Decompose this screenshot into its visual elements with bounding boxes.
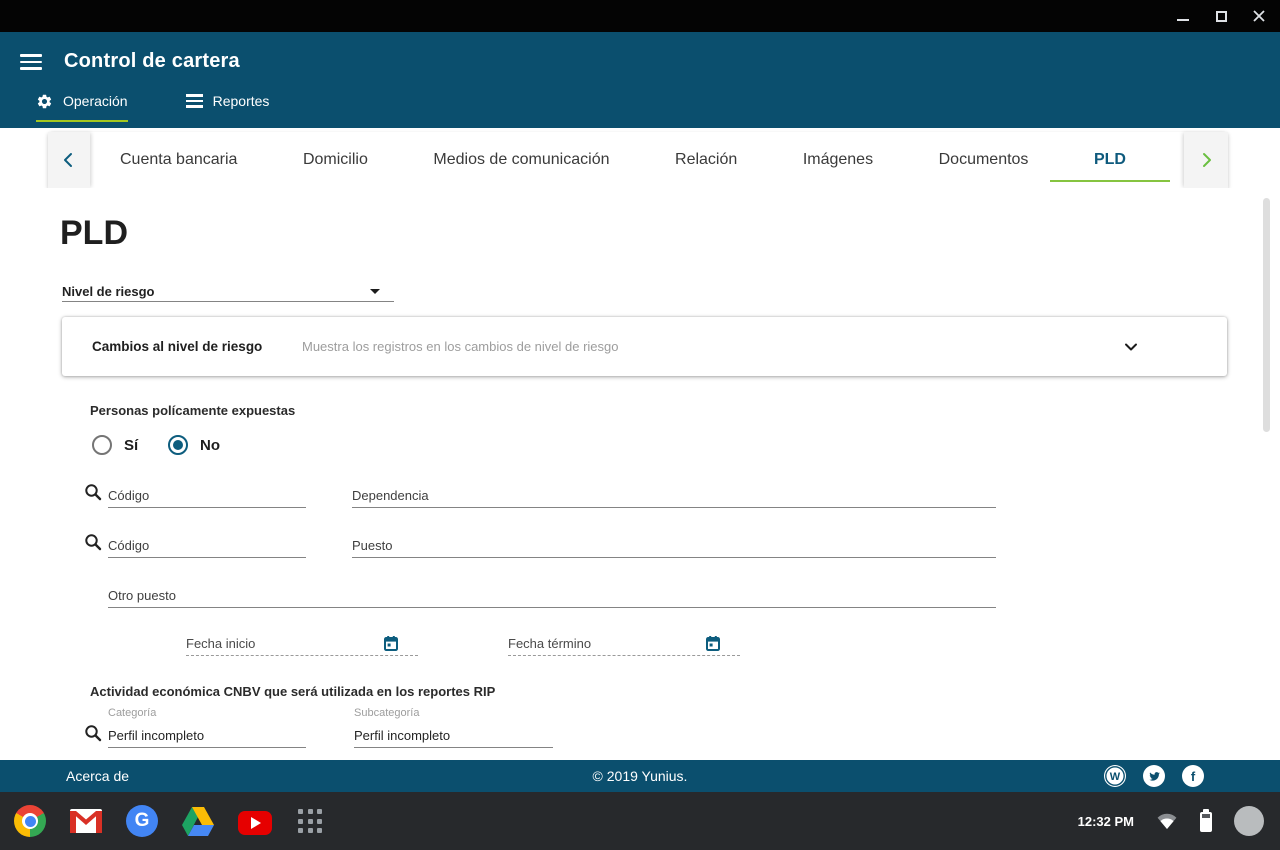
shelf-status[interactable]: 12:32 PM: [1078, 792, 1264, 850]
cnbv-heading: Actividad económica CNBV que será utiliz…: [90, 684, 495, 699]
facebook-icon[interactable]: f: [1182, 765, 1204, 787]
tab-documentos[interactable]: Documentos: [939, 132, 1029, 188]
chrome-icon[interactable]: [14, 805, 46, 837]
radio-no[interactable]: No: [168, 435, 220, 455]
app-nav: Operación Reportes: [36, 88, 269, 128]
entity-tab-strip: Cuenta bancaria Domicilio Medios de comu…: [48, 132, 1228, 188]
copyright-text: © 2019 Yunius.: [593, 768, 688, 784]
panel-title: Cambios al nivel de riesgo: [92, 339, 302, 354]
radio-button-icon: [168, 435, 188, 455]
dependency-code-input[interactable]: Código: [108, 484, 306, 508]
tab-imagenes[interactable]: Imágenes: [803, 132, 873, 188]
tab-relacion[interactable]: Relación: [675, 132, 737, 188]
category-input[interactable]: Perfil incompleto: [108, 724, 306, 748]
vertical-scrollbar[interactable]: [1263, 198, 1270, 432]
menu-icon[interactable]: [20, 50, 42, 74]
dropdown-caret-icon: [370, 289, 380, 294]
radio-si-label: Sí: [124, 437, 138, 454]
position-code-input[interactable]: Código: [108, 534, 306, 558]
nav-tab-label: Reportes: [213, 93, 270, 109]
window-controls: [1176, 0, 1266, 32]
end-date-input[interactable]: Fecha término: [508, 632, 740, 656]
risk-level-label: Nivel de riesgo: [62, 280, 394, 304]
shelf-apps: G: [14, 792, 324, 850]
other-position-input[interactable]: Otro puesto: [108, 584, 996, 608]
chevron-right-icon: [1198, 152, 1214, 168]
calendar-icon[interactable]: [384, 636, 398, 651]
search-icon[interactable]: [84, 724, 102, 742]
radio-button-icon: [92, 435, 112, 455]
gear-icon: [36, 93, 53, 110]
app-title: Control de cartera: [64, 50, 240, 73]
tabs-scroll-right-button[interactable]: [1184, 132, 1228, 188]
risk-changes-panel[interactable]: Cambios al nivel de riesgo Muestra los r…: [62, 317, 1227, 376]
google-search-icon[interactable]: G: [126, 805, 158, 837]
footer: Acerca de © 2019 Yunius. W f: [0, 760, 1280, 792]
search-icon[interactable]: [84, 483, 102, 501]
shelf: G 12:32 PM: [0, 792, 1280, 850]
window-titlebar: [0, 0, 1280, 32]
tabs: Cuenta bancaria Domicilio Medios de comu…: [90, 132, 1184, 188]
maximize-icon[interactable]: [1214, 9, 1228, 23]
pld-form: PLD Nivel de riesgo Cambios al nivel de …: [0, 188, 1280, 760]
radio-si[interactable]: Sí: [92, 435, 138, 455]
nav-tab-label: Operación: [63, 93, 128, 109]
nav-tab-operacion[interactable]: Operación: [36, 88, 128, 128]
app-launcher-icon[interactable]: [296, 807, 324, 835]
twitter-icon[interactable]: [1143, 765, 1165, 787]
radio-no-label: No: [200, 437, 220, 454]
subcategory-input[interactable]: Perfil incompleto: [354, 724, 553, 748]
panel-description: Muestra los registros en los cambios de …: [302, 339, 618, 354]
minimize-icon[interactable]: [1176, 9, 1190, 23]
tab-medios-comunicacion[interactable]: Medios de comunicación: [433, 132, 609, 188]
nav-tab-reportes[interactable]: Reportes: [186, 88, 270, 128]
clock: 12:32 PM: [1078, 814, 1134, 829]
gmail-icon[interactable]: [70, 805, 102, 837]
battery-icon: [1200, 812, 1212, 832]
tab-pld[interactable]: PLD: [1094, 132, 1126, 188]
account-avatar[interactable]: [1234, 806, 1264, 836]
search-icon[interactable]: [84, 533, 102, 551]
close-icon[interactable]: [1252, 9, 1266, 23]
dependency-name-input[interactable]: Dependencia: [352, 484, 996, 508]
social-links: W f: [1104, 765, 1204, 787]
about-link[interactable]: Acerca de: [66, 768, 129, 784]
start-date-input[interactable]: Fecha inicio: [186, 632, 418, 656]
tabs-scroll-left-button[interactable]: [48, 132, 90, 188]
subcategory-label: Subcategoría: [354, 707, 419, 719]
app-header: Control de cartera Operación Reportes: [0, 32, 1280, 128]
list-icon: [186, 91, 203, 111]
position-name-input[interactable]: Puesto: [352, 534, 996, 558]
pep-label: Personas polícamente expuestas: [90, 403, 295, 418]
calendar-icon[interactable]: [706, 636, 720, 651]
tab-cuenta-bancaria[interactable]: Cuenta bancaria: [120, 132, 237, 188]
risk-level-select[interactable]: Nivel de riesgo: [62, 280, 394, 302]
page-title: PLD: [60, 214, 128, 253]
chevron-down-icon[interactable]: [1123, 339, 1139, 355]
wordpress-icon[interactable]: W: [1104, 765, 1126, 787]
chevron-left-icon: [61, 152, 77, 168]
wifi-icon: [1156, 811, 1178, 831]
tab-domicilio[interactable]: Domicilio: [303, 132, 368, 188]
youtube-icon[interactable]: [238, 811, 272, 835]
category-label: Categoría: [108, 707, 156, 719]
google-drive-icon[interactable]: [182, 805, 214, 837]
svg-text:W: W: [1110, 771, 1121, 783]
screen: Control de cartera Operación Reportes Cu…: [0, 0, 1280, 850]
